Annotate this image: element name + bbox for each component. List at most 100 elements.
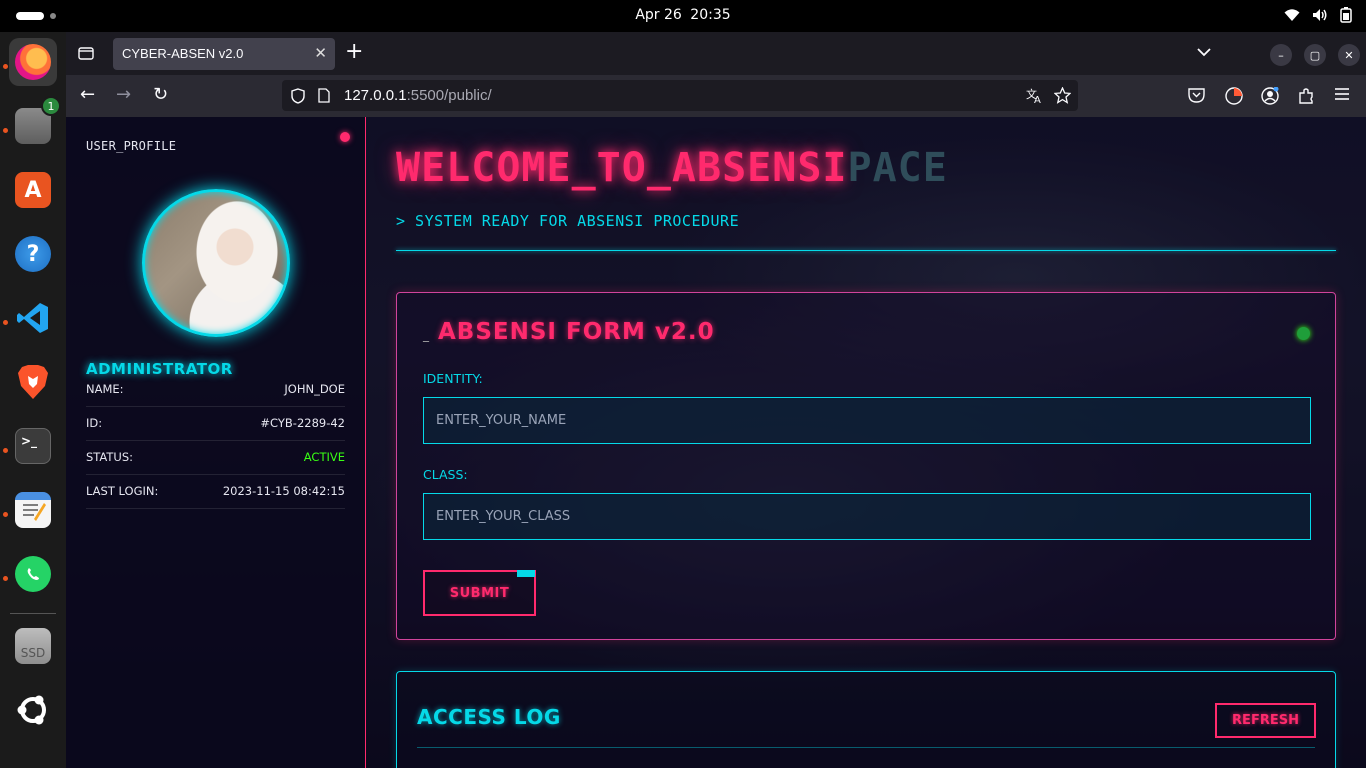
translate-icon[interactable]: 文A [1026, 87, 1044, 104]
page-title: WELCOME_TO_ABSENSIPACE [396, 145, 948, 191]
url-text: 127.0.0.1:5500/public/ [344, 87, 492, 104]
url-path: :5500/public/ [406, 87, 492, 104]
url-host: 127.0.0.1 [344, 87, 407, 104]
tab-list-icon[interactable] [78, 45, 94, 61]
dock-text-editor[interactable] [9, 486, 57, 534]
menu-icon[interactable] [1334, 87, 1350, 101]
system-tray[interactable] [1284, 7, 1352, 23]
web-page: USER_PROFILE ADMINISTRATOR NAME: JOHN_DO… [66, 117, 1366, 768]
status-led [1297, 327, 1310, 340]
dock: 1 A ? >_ SSD [0, 32, 66, 768]
info-key: ID: [86, 416, 103, 430]
class-input[interactable] [423, 493, 1311, 540]
vscode-icon [15, 300, 51, 336]
wifi-icon [1284, 9, 1300, 21]
firefox-icon [15, 44, 51, 80]
clock-date: Apr 26 [635, 7, 682, 23]
info-row-last-login: LAST LOGIN: 2023-11-15 08:42:15 [86, 475, 345, 509]
refresh-button[interactable]: REFRESH [1215, 703, 1316, 738]
pocket-icon[interactable] [1188, 87, 1205, 103]
terminal-icon: >_ [15, 428, 51, 464]
minimize-button[interactable]: – [1270, 44, 1292, 66]
dock-terminal[interactable]: >_ [9, 422, 57, 470]
class-label: CLASS: [423, 467, 468, 482]
ubuntu-icon [15, 692, 51, 728]
clock[interactable]: Apr 26 20:35 [0, 7, 1366, 23]
extension-circle-icon[interactable] [1225, 87, 1243, 105]
tab-cyber-absen[interactable]: CYBER-ABSEN v2.0 ✕ [113, 38, 335, 70]
help-icon: ? [15, 236, 51, 272]
dock-app-center[interactable]: A [9, 166, 57, 214]
dock-firefox[interactable] [9, 38, 57, 86]
info-row-status: STATUS: ACTIVE [86, 441, 345, 475]
access-log-card: ACCESS LOG REFRESH [396, 671, 1336, 768]
notification-badge: 1 [41, 96, 61, 116]
submit-button-tag [517, 570, 535, 577]
page-title-text: WELCOME_TO_ABSENSI [396, 145, 848, 191]
info-value: #CYB-2289-42 [260, 416, 345, 430]
browser-tab-bar: CYBER-ABSEN v2.0 ✕ + – ▢ ✕ [66, 32, 1366, 75]
chevron-down-icon[interactable] [1197, 47, 1211, 57]
forward-button[interactable]: → [116, 86, 131, 104]
dock-separator [10, 613, 56, 614]
dock-help[interactable]: ? [9, 230, 57, 278]
divider [396, 250, 1336, 251]
page-icon [318, 88, 330, 103]
whatsapp-icon [15, 556, 51, 592]
running-indicator [3, 448, 8, 453]
identity-input[interactable] [423, 397, 1311, 444]
absensi-form-card: _ABSENSI FORM v2.0 IDENTITY: CLASS: SUBM… [396, 292, 1336, 640]
shield-icon[interactable] [291, 88, 305, 104]
sidebar-heading: USER_PROFILE [86, 139, 177, 153]
info-row-name: NAME: JOHN_DOE [86, 373, 345, 407]
dock-files[interactable]: 1 [9, 96, 61, 150]
dock-ssd[interactable]: SSD [9, 622, 57, 670]
battery-icon [1340, 7, 1352, 23]
clock-time: 20:35 [690, 7, 731, 23]
user-profile-sidebar: USER_PROFILE ADMINISTRATOR NAME: JOHN_DO… [66, 117, 366, 768]
status-ping-dot [340, 132, 350, 142]
info-row-id: ID: #CYB-2289-42 [86, 407, 345, 441]
close-window-button[interactable]: ✕ [1338, 44, 1360, 66]
svg-text:A: A [1034, 95, 1041, 104]
form-title-text: ABSENSI FORM v2.0 [438, 319, 715, 345]
info-value: 2023-11-15 08:42:15 [222, 484, 345, 498]
page-subtitle: > SYSTEM READY FOR ABSENSI PROCEDURE [396, 212, 740, 230]
main-content: WELCOME_TO_ABSENSIPACE > SYSTEM READY FO… [396, 117, 1336, 768]
info-key: STATUS: [86, 450, 134, 464]
address-bar[interactable]: 127.0.0.1:5500/public/ 文A [282, 80, 1078, 111]
dock-vscode[interactable] [9, 294, 57, 342]
tab-title: CYBER-ABSEN v2.0 [122, 46, 244, 61]
extensions-icon[interactable] [1297, 87, 1315, 105]
info-key: NAME: [86, 382, 124, 396]
reload-button[interactable]: ↻ [153, 86, 168, 104]
volume-icon [1313, 9, 1327, 21]
drive-icon: SSD [15, 628, 51, 664]
new-tab-button[interactable]: + [345, 41, 363, 63]
dock-brave[interactable] [9, 358, 57, 406]
text-editor-icon [15, 492, 51, 528]
app-center-icon: A [15, 172, 51, 208]
access-log-title: ACCESS LOG [417, 705, 561, 729]
tab-close-icon[interactable]: ✕ [314, 44, 327, 62]
identity-label: IDENTITY: [423, 371, 483, 386]
info-value: JOHN_DOE [284, 382, 345, 396]
running-indicator [3, 128, 8, 133]
account-icon[interactable] [1261, 87, 1279, 105]
info-key: LAST LOGIN: [86, 484, 159, 498]
running-indicator [3, 64, 8, 69]
running-indicator [3, 512, 8, 517]
browser-nav-bar: ← → ↻ 127.0.0.1:5500/public/ 文A [66, 75, 1366, 117]
system-top-bar: Apr 26 20:35 [0, 0, 1366, 32]
maximize-button[interactable]: ▢ [1304, 44, 1326, 66]
back-button[interactable]: ← [80, 86, 95, 104]
dock-whatsapp[interactable] [9, 550, 57, 598]
avatar [142, 189, 290, 337]
divider [417, 747, 1315, 748]
cursor-glyph: _ [423, 328, 430, 342]
running-indicator [3, 576, 8, 581]
dock-show-apps[interactable] [9, 686, 57, 734]
status-badge: ACTIVE [303, 450, 345, 464]
brave-icon [15, 364, 51, 400]
bookmark-star-icon[interactable] [1054, 87, 1071, 104]
